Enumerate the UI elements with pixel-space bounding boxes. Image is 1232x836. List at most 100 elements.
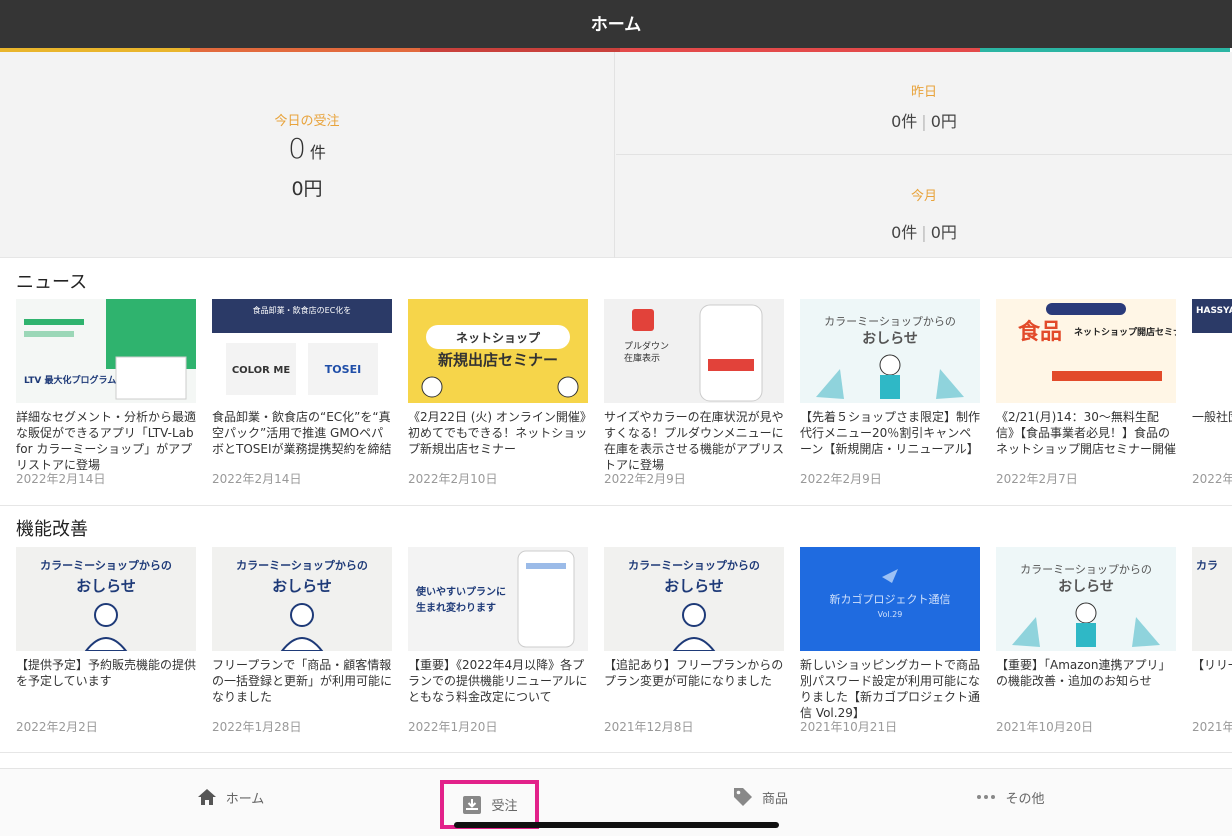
improvements-list: カラーミーショップからの おしらせ 【提供予定】予約販売機能の提供を予定しています 2… <box>16 547 1232 742</box>
article-title: 《2/21(月)14：30〜無料生配信》【食品事業者必見！】食品のネットショップ… <box>996 410 1176 456</box>
article-title: 一般社団social の画しま <box>1192 410 1232 424</box>
list-item[interactable]: カラーミーショップからの おしらせ【重要】「Amazon連携アプリ」の機能改善・追… <box>996 547 1176 742</box>
yesterday-label: 昨日 <box>910 85 937 100</box>
tab-products[interactable]: 商品 <box>710 769 810 825</box>
list-item[interactable]: HASSYADA 一般社団social の画しま 2022年 <box>1192 299 1232 494</box>
article-thumbnail: 食品ネットショップ開店セミナー <box>996 299 1176 403</box>
list-item[interactable]: カラーミーショップからのおしらせ【提供予定】予約販売機能の提供を予定しています 2… <box>16 547 196 742</box>
tab-home-label: ホーム <box>225 791 265 807</box>
article-title: 【追記あり】フリープランからのプラン変更が可能になりました <box>604 658 784 688</box>
article-title: 【リリ一部のの URLたしま <box>1192 658 1232 672</box>
article-thumbnail: カラーミーショップからの おしらせ <box>996 547 1176 651</box>
svg-text:HASSYADA: HASSYADA <box>1196 306 1232 316</box>
svg-text:食品卸業・飲食店のEC化を: 食品卸業・飲食店のEC化を <box>253 305 352 315</box>
article-title: 新しいショッピングカートで商品別パスワード設定が利用可能になりました【新カゴプロ… <box>800 658 980 720</box>
svg-text:カラーミーショップからの: カラーミーショップからの <box>628 558 760 572</box>
svg-text:プルダウン: プルダウン <box>624 340 669 352</box>
article-thumbnail: カラ <box>1192 547 1232 651</box>
article-date: 2022年 <box>1192 472 1232 486</box>
improvements-section-title: 機能改善 <box>16 519 88 540</box>
divider <box>0 505 1232 506</box>
article-date: 2022年2月10日 <box>408 472 498 486</box>
article-title: 【提供予定】予約販売機能の提供を予定しています <box>16 658 196 688</box>
article-thumbnail: カラーミーショップからの おしらせ <box>604 547 784 651</box>
svg-text:カラ: カラ <box>1196 559 1218 572</box>
article-title: 詳細なセグメント・分析から最適な販促ができるアプリ「LTV-Lab for カラ… <box>16 410 196 472</box>
article-thumbnail: プルダウン 在庫表示 <box>604 299 784 403</box>
home-indicator <box>454 822 779 828</box>
list-item[interactable]: カラ【リリ一部のの URLたしま 2021年 <box>1192 547 1232 742</box>
list-item[interactable]: 新カゴプロジェクト通信 Vol.29 新しいショッピングカートで商品別パスワード設定… <box>800 547 980 742</box>
list-item[interactable]: カラーミーショップからのおしらせフリープランで「商品・顧客情報の一括登録と更新」… <box>212 547 392 742</box>
article-thumbnail: ネットショップ新規出店セミナー <box>408 299 588 403</box>
svg-text:おしらせ: おしらせ <box>862 331 918 347</box>
article-title: 【先着５ショップさま限定】制作代行メニュー20％割引キャンペーン【新規開店・リニ… <box>800 410 980 456</box>
svg-text:カラーミーショップからの: カラーミーショップからの <box>1020 563 1152 576</box>
article-date: 2021年10月20日 <box>996 720 1094 734</box>
month-panel[interactable]: 今月 0件 | 0円 <box>616 155 1232 258</box>
svg-text:カラーミーショップからの: カラーミーショップからの <box>40 558 172 572</box>
svg-text:在庫表示: 在庫表示 <box>624 352 660 364</box>
month-values: 0件 | 0円 <box>891 223 957 242</box>
article-title: フリープランで「商品・顧客情報の一括登録と更新」が利用可能になりました <box>212 658 392 704</box>
article-thumbnail: 使いやすいプランに 生まれ変わります <box>408 547 588 651</box>
article-date: 2021年 <box>1192 720 1232 734</box>
sales-summary: 今日の受注 0件 0円 昨日 0件 | 0円 今月 0件 | 0円 <box>0 52 1232 258</box>
article-date: 2022年2月14日 <box>16 472 106 486</box>
svg-text:LTV 最大化プログラム: LTV 最大化プログラム <box>24 374 116 386</box>
article-title: 【重要】《2022年4月以降》各プランでの提供機能リニューアルにともなう料金改定… <box>408 658 588 704</box>
list-item[interactable]: プルダウン 在庫表示サイズやカラーの在庫状況が見やすくなる！プルダウンメニューに在… <box>604 299 784 494</box>
article-thumbnail: カラーミーショップからのおしらせ <box>16 547 196 651</box>
svg-text:おしらせ: おしらせ <box>1058 579 1114 595</box>
more-dots-icon <box>975 786 997 808</box>
page-title: ホーム <box>590 15 642 35</box>
article-date: 2022年2月7日 <box>996 472 1078 486</box>
article-date: 2021年12月8日 <box>604 720 694 734</box>
article-thumbnail: HASSYADA <box>1192 299 1232 403</box>
tab-more-label: その他 <box>1005 791 1045 807</box>
article-title: 【重要】「Amazon連携アプリ」の機能改善・追加のお知らせ <box>996 658 1171 688</box>
news-list: LTV 最大化プログラム詳細なセグメント・分析から最適な販促ができるアプリ「LT… <box>16 299 1232 494</box>
svg-text:新カゴプロジェクト通信: 新カゴプロジェクト通信 <box>830 592 951 606</box>
list-item[interactable]: 使いやすいプランに 生まれ変わります【重要】《2022年4月以降》各プランでの提供… <box>408 547 588 742</box>
article-date: 2022年2月2日 <box>16 720 98 734</box>
svg-text:COLOR ME: COLOR ME <box>232 365 290 376</box>
list-item[interactable]: カラーミーショップからの おしらせ【先着５ショップさま限定】制作代行メニュー20％… <box>800 299 980 494</box>
svg-text:新規出店セミナー: 新規出店セミナー <box>438 351 558 369</box>
article-date: 2021年10月21日 <box>800 720 898 734</box>
list-item[interactable]: カラーミーショップからの おしらせ【追記あり】フリープランからのプラン変更が可能に… <box>604 547 784 742</box>
today-count: 0件 <box>288 132 326 165</box>
svg-text:カラーミーショップからの: カラーミーショップからの <box>824 315 956 328</box>
svg-text:おしらせ: おしらせ <box>76 577 136 595</box>
tab-more[interactable]: その他 <box>960 769 1060 825</box>
svg-text:おしらせ: おしらせ <box>272 577 332 595</box>
article-date: 2022年1月20日 <box>408 720 498 734</box>
article-thumbnail: 食品卸業・飲食店のEC化を COLOR ME TOSEI <box>212 299 392 403</box>
article-thumbnail: 新カゴプロジェクト通信 Vol.29 <box>800 547 980 651</box>
svg-text:ネットショップ開店セミナー: ネットショップ開店セミナー <box>1074 326 1176 338</box>
top-bar: ホーム <box>0 0 1232 48</box>
tab-home[interactable]: ホーム <box>190 769 270 825</box>
list-item[interactable]: 食品ネットショップ開店セミナー《2/21(月)14：30〜無料生配信》【食品事業… <box>996 299 1176 494</box>
today-amount: 0円 <box>291 178 323 200</box>
tag-icon <box>732 786 754 808</box>
svg-text:食品: 食品 <box>1018 319 1062 345</box>
svg-text:生まれ変わります: 生まれ変わります <box>416 601 496 614</box>
list-item[interactable]: LTV 最大化プログラム詳細なセグメント・分析から最適な販促ができるアプリ「LT… <box>16 299 196 494</box>
article-thumbnail: LTV 最大化プログラム <box>16 299 196 403</box>
article-title: サイズやカラーの在庫状況が見やすくなる！プルダウンメニューに在庫を表示させる機能… <box>604 410 784 472</box>
tab-orders-label: 受注 <box>491 799 518 814</box>
list-item[interactable]: ネットショップ 新規出店セミナー 《2月22日 (火) オンライン開催》初めてでもで… <box>408 299 588 494</box>
article-thumbnail: カラーミーショップからの おしらせ <box>800 299 980 403</box>
svg-text:TOSEI: TOSEI <box>325 363 361 376</box>
svg-text:カラーミーショップからの: カラーミーショップからの <box>236 558 368 572</box>
news-section-title: ニュース <box>16 272 88 293</box>
inbox-download-icon <box>461 794 483 816</box>
divider <box>0 752 1232 753</box>
yesterday-panel[interactable]: 昨日 0件 | 0円 <box>616 52 1232 155</box>
yesterday-values: 0件 | 0円 <box>891 112 957 131</box>
today-label: 今日の受注 <box>274 114 340 129</box>
svg-text:ネットショップ: ネットショップ <box>456 330 541 345</box>
today-orders-panel[interactable]: 今日の受注 0件 0円 <box>0 52 615 258</box>
list-item[interactable]: 食品卸業・飲食店のEC化を COLOR ME TOSEI 食品卸業・飲食店の“EC化”… <box>212 299 392 494</box>
